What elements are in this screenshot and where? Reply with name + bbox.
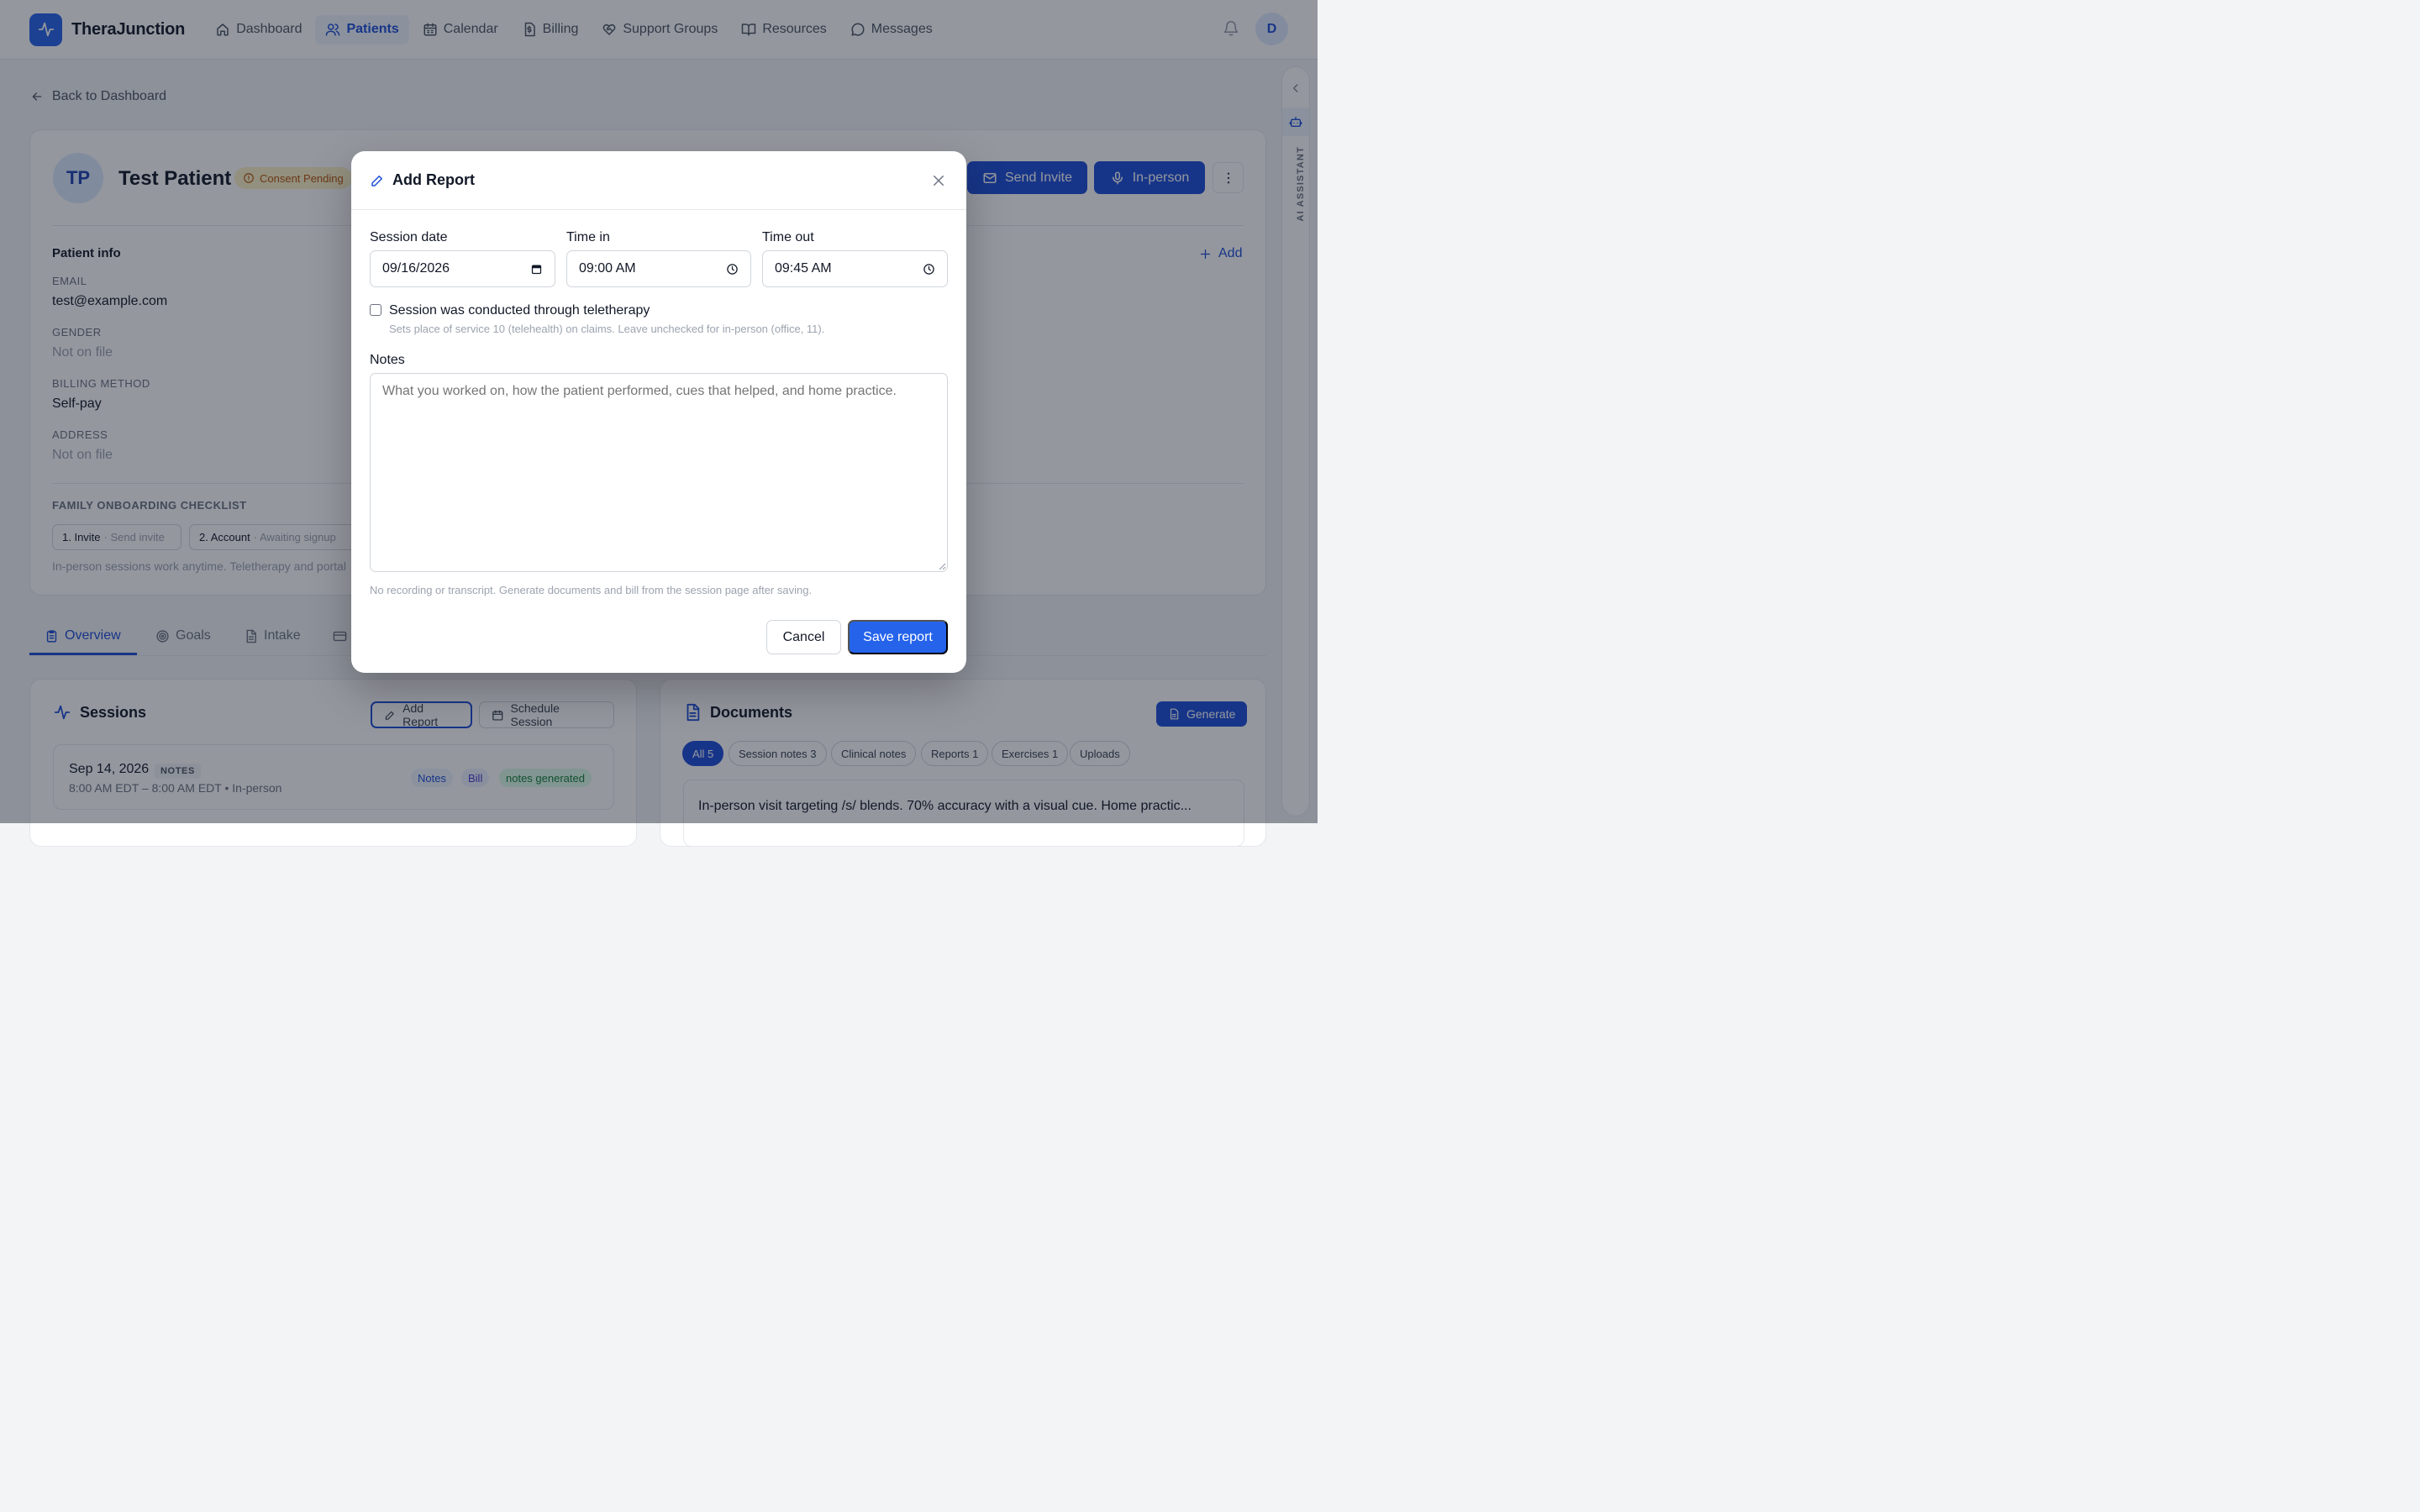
teletherapy-checkbox[interactable] [370,303,381,316]
add-report-modal: Add Report Session date 09/16/2026 Time … [351,151,966,673]
calendar-icon[interactable] [530,263,543,276]
clock-icon[interactable] [923,263,935,276]
notes-textarea[interactable] [370,373,948,572]
modal-title-label: Add Report [392,171,475,188]
close-icon[interactable] [931,173,946,188]
session-date-value: 09/16/2026 [382,261,450,276]
notes-help: No recording or transcript. Generate doc… [370,584,813,596]
clock-icon[interactable] [726,263,739,276]
save-report-button[interactable]: Save report [848,620,948,654]
time-out-value: 09:45 AM [775,261,832,276]
pencil-icon [371,175,382,186]
cancel-button[interactable]: Cancel [766,620,841,654]
teletherapy-help: Sets place of service 10 (telehealth) on… [389,323,825,335]
time-in-input[interactable]: 09:00 AM [566,250,751,287]
notes-label: Notes [370,353,405,367]
modal-title: Add Report [370,171,475,189]
time-in-label: Time in [566,230,610,244]
time-in-value: 09:00 AM [579,261,636,276]
resize-handle-icon[interactable] [938,562,946,570]
time-out-input[interactable]: 09:45 AM [762,250,948,287]
session-date-input[interactable]: 09/16/2026 [370,250,555,287]
time-out-label: Time out [762,230,814,244]
modal-header: Add Report [351,151,966,210]
teletherapy-label: Session was conducted through teletherap… [389,303,650,318]
teletherapy-checkbox-row[interactable]: Session was conducted through teletherap… [370,303,650,318]
session-date-label: Session date [370,230,448,244]
